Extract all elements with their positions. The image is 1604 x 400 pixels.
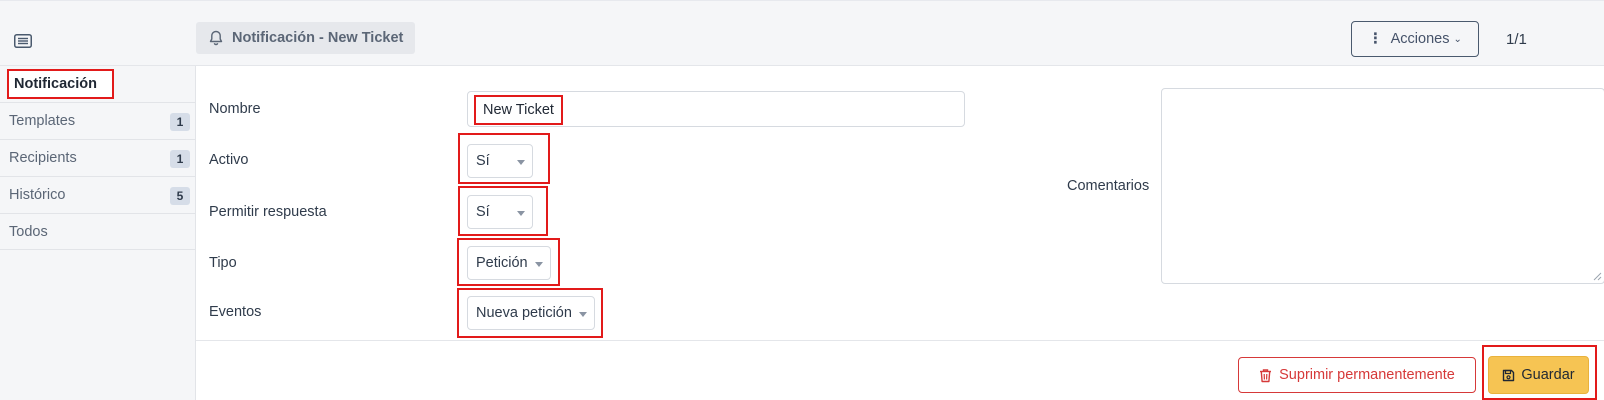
caret-down-icon: [517, 160, 525, 165]
resize-grip-icon[interactable]: [1593, 272, 1602, 281]
comentarios-textarea[interactable]: [1161, 88, 1604, 284]
permitir-respuesta-label: Permitir respuesta: [209, 204, 327, 220]
sidebar-item-templates[interactable]: Templates 1: [0, 102, 196, 139]
eventos-value: Nueva petición: [476, 305, 572, 321]
sidebar-item-label: Templates: [9, 113, 76, 129]
save-button[interactable]: Guardar: [1488, 356, 1589, 394]
acciones-label: Acciones: [1390, 31, 1450, 47]
sidebar-item-label: Recipients: [9, 150, 77, 166]
nombre-value[interactable]: New Ticket: [474, 95, 563, 125]
breadcrumb-text: Notificación - New Ticket: [232, 30, 404, 46]
count-badge: 1: [170, 113, 190, 131]
nombre-label: Nombre: [209, 101, 261, 117]
sidebar-item-recipients[interactable]: Recipients 1: [0, 139, 196, 176]
activo-select[interactable]: Sí: [467, 144, 533, 178]
tipo-label: Tipo: [209, 255, 237, 271]
comentarios-label: Comentarios: [1067, 178, 1150, 194]
save-label: Guardar: [1521, 367, 1575, 383]
list-icon[interactable]: [14, 34, 32, 48]
permitir-respuesta-value: Sí: [476, 204, 490, 220]
breadcrumb: Notificación - New Ticket: [196, 22, 415, 54]
sidebar-item-todos[interactable]: Todos: [0, 213, 196, 250]
sidebar-item-label: Histórico: [9, 187, 66, 203]
tipo-select[interactable]: Petición: [467, 246, 551, 280]
delete-label: Suprimir permanentemente: [1279, 367, 1455, 383]
acciones-button[interactable]: ⋮ Acciones ⌄: [1351, 21, 1479, 57]
save-icon: [1503, 369, 1515, 381]
footer-divider: [196, 340, 1604, 341]
vertical-dots-icon: ⋮: [1368, 31, 1383, 47]
top-bar: Notificación - New Ticket ⋮ Acciones ⌄ 1…: [0, 0, 1604, 66]
bell-icon: [209, 30, 223, 46]
trash-icon: [1260, 368, 1272, 382]
pager: 1/1: [1506, 31, 1527, 48]
caret-down-icon: [535, 262, 543, 267]
eventos-label: Eventos: [209, 304, 262, 320]
permitir-respuesta-select[interactable]: Sí: [467, 195, 533, 229]
chevron-down-icon: ⌄: [1453, 33, 1462, 45]
activo-value: Sí: [476, 153, 490, 169]
tab-notificacion[interactable]: Notificación: [7, 69, 114, 99]
tipo-value: Petición: [476, 255, 528, 271]
activo-label: Activo: [209, 152, 249, 168]
sidebar-item-label: Todos: [9, 223, 48, 240]
eventos-select[interactable]: Nueva petición: [467, 296, 595, 330]
count-badge: 5: [170, 187, 190, 205]
sidebar-item-historico[interactable]: Histórico 5: [0, 176, 196, 213]
caret-down-icon: [517, 211, 525, 216]
caret-down-icon: [579, 312, 587, 317]
count-badge: 1: [170, 150, 190, 168]
delete-permanently-button[interactable]: Suprimir permanentemente: [1238, 357, 1476, 393]
